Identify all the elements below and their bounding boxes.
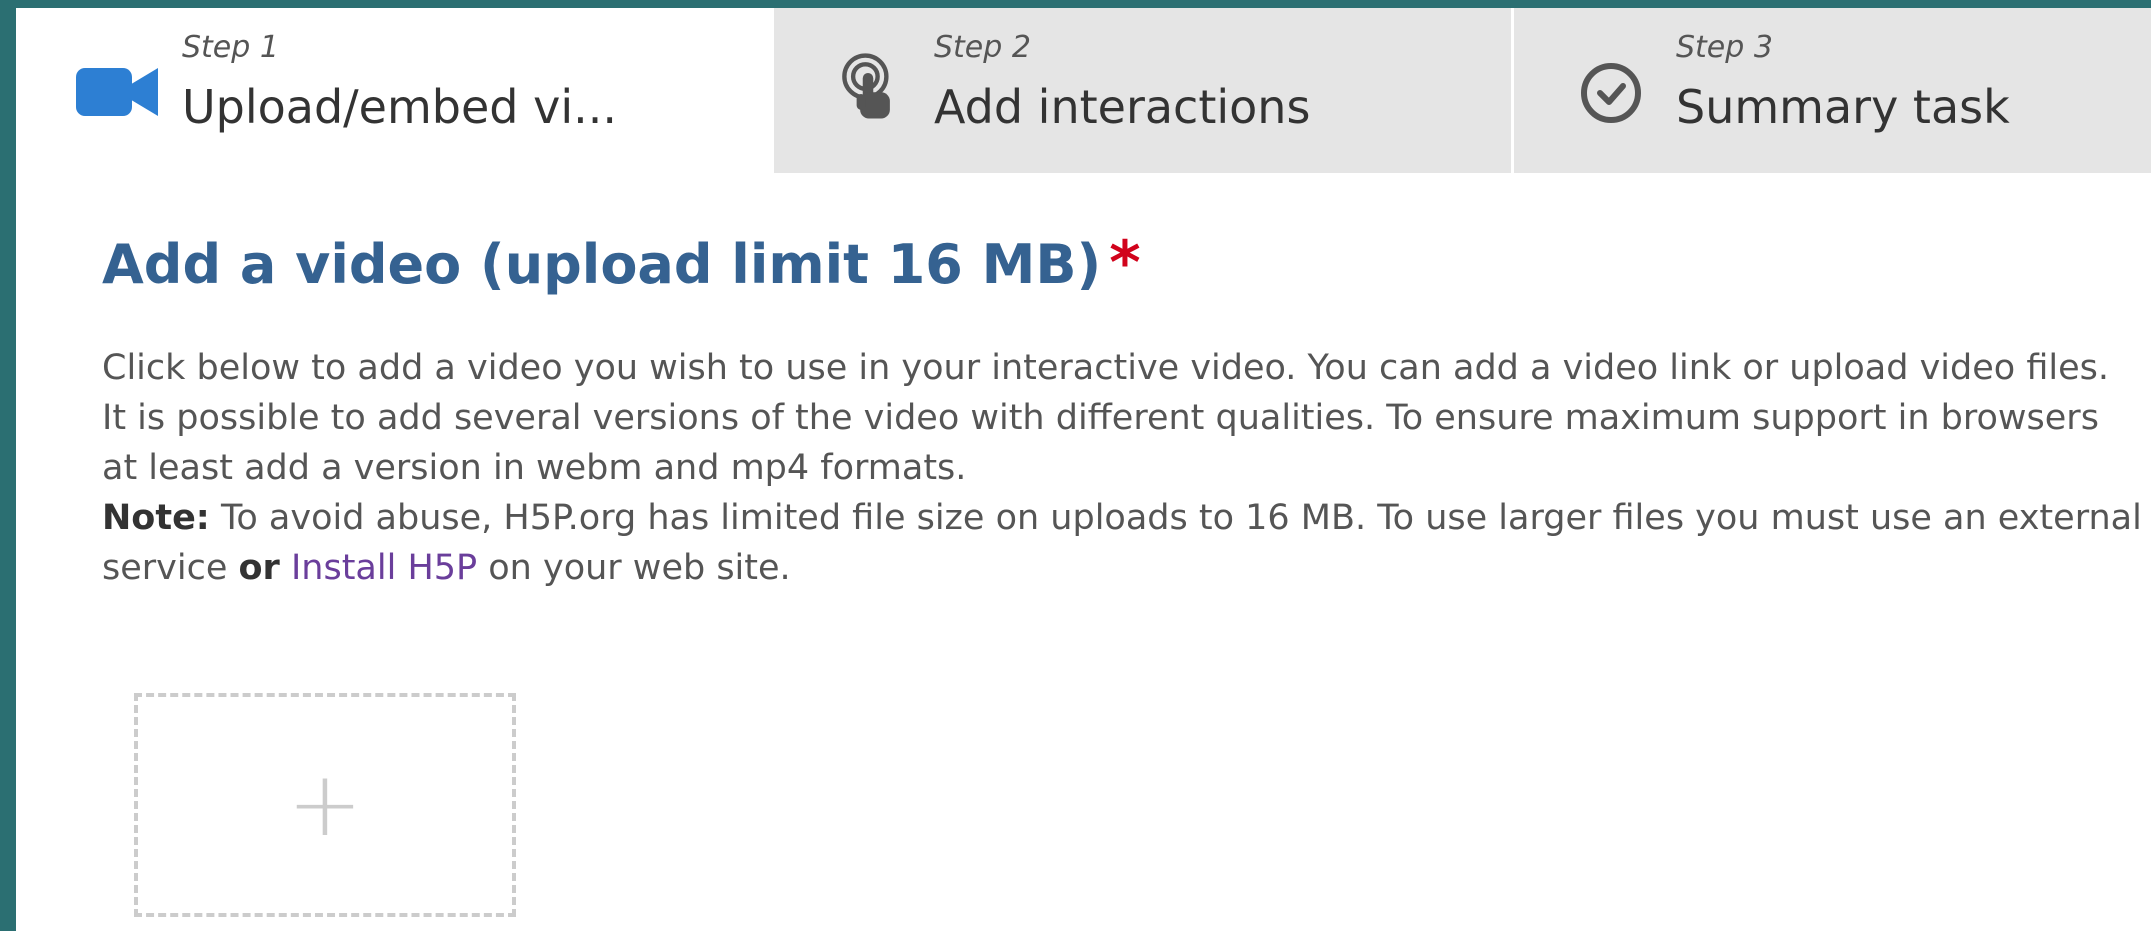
tab-step-3[interactable]: Step 3 Summary task xyxy=(1511,8,2151,173)
video-camera-icon xyxy=(72,58,162,128)
video-section: Add a video (upload limit 16 MB) * Click … xyxy=(102,228,2142,593)
section-description: Click below to add a video you wish to u… xyxy=(102,343,2142,593)
step-tabs: Step 1 Upload/embed vi... Step 2 Add int… xyxy=(16,8,2151,173)
plus-icon: + xyxy=(287,752,363,857)
step-2-title: Add interactions xyxy=(934,80,1311,134)
required-marker: * xyxy=(1109,228,1141,298)
touch-hand-icon xyxy=(830,52,920,122)
description-text: Click below to add a video you wish to u… xyxy=(102,348,2109,488)
note-label: Note: xyxy=(102,498,210,538)
section-heading-text: Add a video (upload limit 16 MB) xyxy=(102,233,1102,296)
add-video-button[interactable]: + xyxy=(134,693,516,917)
note-paragraph: Note: To avoid abuse, H5P.org has limite… xyxy=(102,493,2142,593)
check-circle-icon xyxy=(1576,58,1666,128)
step-2-label: Step 2 xyxy=(934,30,1031,65)
step-3-title: Summary task xyxy=(1676,80,2010,134)
tab-step-2[interactable]: Step 2 Add interactions xyxy=(771,8,1511,173)
note-text-2: on your web site. xyxy=(477,548,791,588)
step-1-label: Step 1 xyxy=(182,30,279,65)
install-h5p-link[interactable]: Install H5P xyxy=(291,548,477,588)
note-or: or xyxy=(238,548,280,588)
step-1-title: Upload/embed vi... xyxy=(182,80,617,134)
step-3-label: Step 3 xyxy=(1676,30,1773,65)
editor-frame: Step 1 Upload/embed vi... Step 2 Add int… xyxy=(16,8,2151,931)
section-heading: Add a video (upload limit 16 MB) * xyxy=(102,228,2142,305)
tab-step-1[interactable]: Step 1 Upload/embed vi... xyxy=(16,8,771,173)
